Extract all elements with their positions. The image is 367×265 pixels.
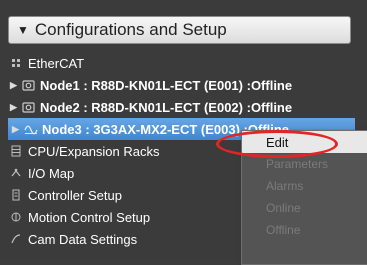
controller-icon <box>10 189 28 201</box>
context-menu: Edit Parameters Alarms Online Offline <box>241 130 367 265</box>
menu-item-alarms[interactable]: Alarms <box>242 175 367 197</box>
collapse-toggle-icon[interactable]: ▼ <box>17 23 29 37</box>
expand-arrow-icon[interactable]: ▶ <box>10 80 22 91</box>
node-status: Offline <box>250 99 293 115</box>
tree-item-label: Cam Data Settings <box>28 231 138 247</box>
tree-item-label: I/O Map <box>28 165 75 181</box>
cam-icon <box>10 233 28 245</box>
tree-item-label: EtherCAT <box>28 55 85 71</box>
servo-icon <box>22 101 40 113</box>
tree-item-label: CPU/Expansion Racks <box>28 143 160 159</box>
node-status: Offline <box>250 77 293 93</box>
network-icon <box>10 57 28 69</box>
tree-item-ethercat[interactable]: EtherCAT <box>10 52 355 74</box>
rack-icon <box>10 145 28 157</box>
configurations-setup-header[interactable]: ▼ Configurations and Setup <box>8 16 351 44</box>
io-map-icon <box>10 167 28 179</box>
multiview-explorer-panel: ▼ Configurations and Setup EtherCAT ▶ No… <box>0 0 367 265</box>
menu-item-offline[interactable]: Offline <box>242 219 367 241</box>
expand-arrow-icon[interactable]: ▶ <box>10 102 22 113</box>
tree-item-label: Node2 : R88D-KN01L-ECT (E002) : <box>40 99 251 115</box>
tree-item-node2[interactable]: ▶ Node2 : R88D-KN01L-ECT (E002) : Offlin… <box>10 96 355 118</box>
tree-item-label: Node3 : 3G3AX-MX2-ECT (E003) : <box>42 121 248 137</box>
menu-item-online[interactable]: Online <box>242 197 367 219</box>
tree-item-node1[interactable]: ▶ Node1 : R88D-KN01L-ECT (E001) : Offlin… <box>10 74 355 96</box>
expand-arrow-icon[interactable]: ▶ <box>12 124 24 135</box>
motion-icon <box>10 211 28 223</box>
tree-item-label: Controller Setup <box>28 187 122 203</box>
menu-item-edit[interactable]: Edit <box>242 131 367 153</box>
inverter-icon <box>24 123 42 135</box>
menu-item-parameters[interactable]: Parameters <box>242 153 367 175</box>
tree-item-label: Node1 : R88D-KN01L-ECT (E001) : <box>40 77 251 93</box>
header-title: Configurations and Setup <box>34 20 227 39</box>
servo-icon <box>22 79 40 91</box>
tree-item-label: Motion Control Setup <box>28 209 151 225</box>
